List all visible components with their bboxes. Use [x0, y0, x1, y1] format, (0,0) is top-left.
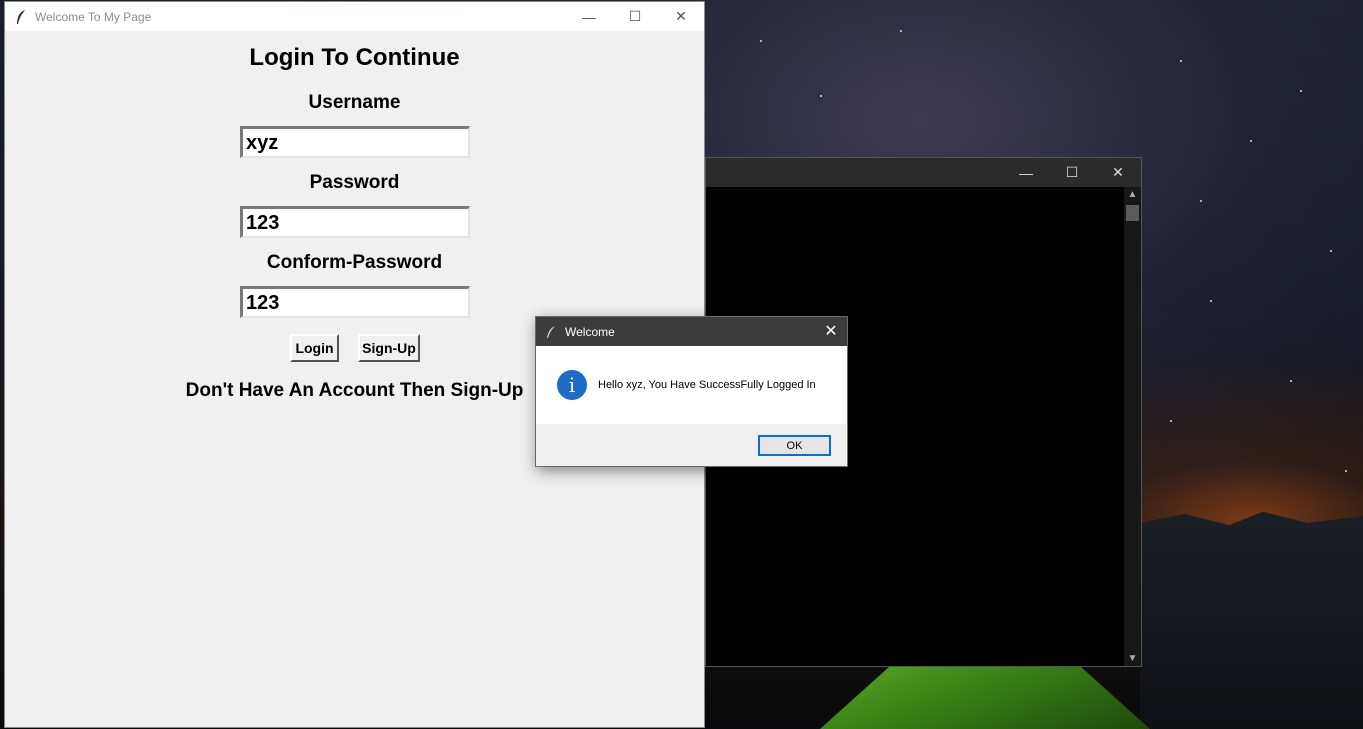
confirm-password-field[interactable]: 123 — [240, 286, 470, 318]
console-minimize-button[interactable]: — — [1003, 158, 1049, 187]
dialog-title: Welcome — [565, 324, 615, 339]
mountain-silhouette — [1140, 511, 1363, 729]
tk-feather-icon — [17, 9, 25, 24]
login-button[interactable]: Login — [290, 334, 339, 362]
dialog-message: Hello xyz, You Have SuccessFully Logged … — [598, 379, 816, 391]
console-maximize-button[interactable]: ☐ — [1049, 158, 1095, 187]
scroll-up-arrow-icon[interactable]: ▲ — [1124, 189, 1141, 200]
console-close-button[interactable]: ✕ — [1095, 158, 1141, 187]
minimize-button[interactable]: — — [566, 2, 612, 31]
scroll-thumb[interactable] — [1126, 205, 1139, 221]
login-window-titlebar[interactable]: Welcome To My Page — ☐ ✕ — [5, 2, 704, 31]
dialog-body: i Hello xyz, You Have SuccessFully Logge… — [536, 346, 847, 424]
confirm-password-label: Conform-Password — [266, 252, 443, 273]
page-title: Login To Continue — [249, 44, 460, 71]
username-label: Username — [308, 92, 401, 113]
password-label: Password — [309, 172, 400, 193]
username-field[interactable]: xyz — [240, 126, 470, 158]
dialog-titlebar[interactable]: Welcome ✕ — [536, 317, 847, 346]
maximize-button[interactable]: ☐ — [612, 2, 658, 31]
dialog-footer: OK — [536, 424, 847, 466]
scroll-down-arrow-icon[interactable]: ▼ — [1124, 653, 1141, 664]
window-title: Welcome To My Page — [35, 9, 152, 24]
welcome-dialog: Welcome ✕ i Hello xyz, You Have SuccessF… — [535, 316, 848, 467]
password-field[interactable]: 123 — [240, 206, 470, 238]
signup-button[interactable]: Sign-Up — [358, 334, 420, 362]
console-titlebar[interactable]: — ☐ ✕ — [706, 158, 1141, 187]
console-scrollbar[interactable]: ▲ ▼ — [1124, 187, 1141, 666]
tk-feather-icon — [547, 325, 555, 338]
dialog-close-button[interactable]: ✕ — [821, 321, 841, 341]
info-icon: i — [557, 370, 587, 400]
close-button[interactable]: ✕ — [658, 2, 704, 31]
ok-button[interactable]: OK — [758, 435, 831, 456]
